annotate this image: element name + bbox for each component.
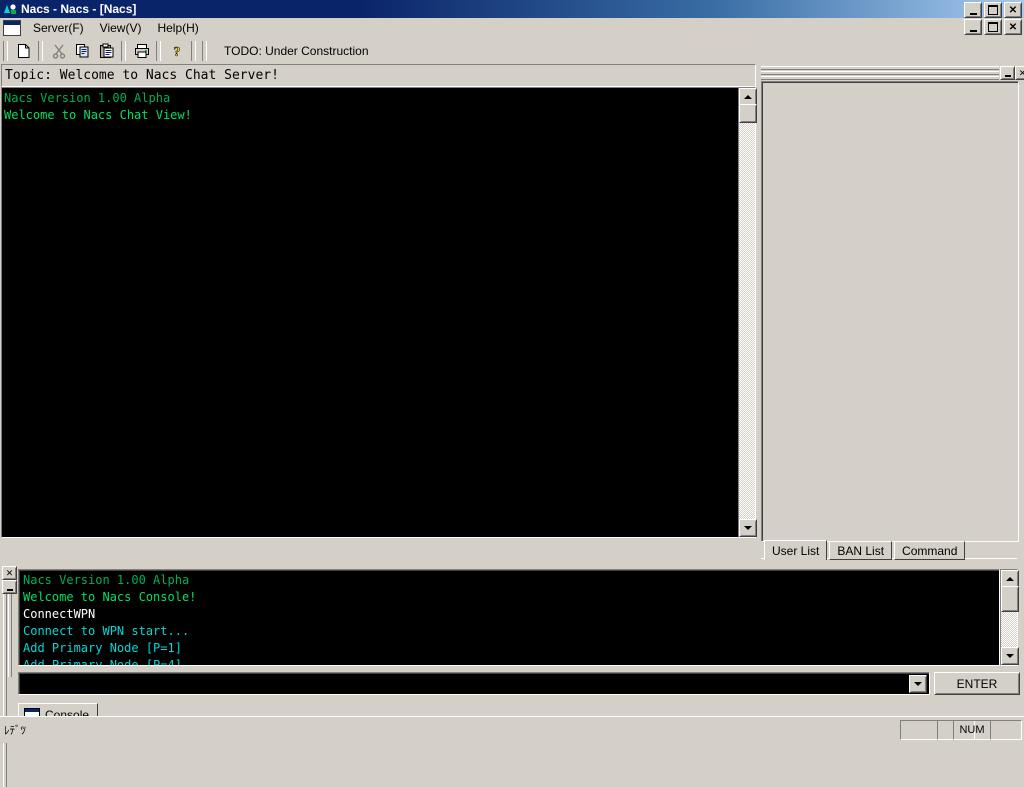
scroll-down-button[interactable] bbox=[739, 519, 757, 537]
user-pane-close-button[interactable]: ✕ bbox=[1015, 66, 1024, 80]
copy-icon[interactable] bbox=[71, 40, 94, 62]
tab-command[interactable]: Command bbox=[894, 541, 965, 560]
tab-ban-list[interactable]: BAN List bbox=[829, 541, 892, 560]
mdi-restore-button[interactable] bbox=[984, 19, 1002, 35]
mdi-minimize-button[interactable] bbox=[964, 19, 982, 35]
chat-lines: Nacs Version 1.00 Alpha Welcome to Nacs … bbox=[2, 88, 738, 537]
tab-user-list[interactable]: User List bbox=[764, 540, 827, 560]
menu-bar: Server(F) View(V) Help(H) ✕ bbox=[0, 18, 1024, 37]
console-line: Welcome to Nacs Console! bbox=[23, 589, 196, 606]
console-close-button[interactable]: ✕ bbox=[2, 566, 17, 580]
status-message: ﾚﾃﾞﾂ bbox=[4, 722, 26, 738]
console-line: Add Primary Node [P=4] bbox=[23, 657, 196, 666]
chat-window: Topic: Welcome to Nacs Chat Server! Nacs… bbox=[0, 63, 756, 560]
window-title: Nacs - Nacs - [Nacs] bbox=[21, 2, 136, 16]
mdi-child-controls: ✕ bbox=[964, 19, 1022, 35]
mdi-document-icon[interactable] bbox=[3, 20, 21, 36]
toolbar-separator bbox=[38, 41, 43, 61]
status-pane-4 bbox=[990, 720, 1022, 740]
toolbar-separator bbox=[3, 41, 8, 61]
chevron-up-icon bbox=[744, 95, 752, 99]
console-scroll-down-button[interactable] bbox=[1001, 647, 1019, 665]
toolbar-status-text: TODO: Under Construction bbox=[224, 44, 369, 58]
close-button[interactable]: ✕ bbox=[1004, 2, 1022, 18]
console-line: Connect to WPN start... bbox=[23, 623, 196, 640]
pane-gripper[interactable] bbox=[761, 66, 999, 77]
application-window: Nacs - Nacs - [Nacs] ✕ Server(F) View(V)… bbox=[0, 0, 1024, 742]
user-list-pane: ✕ User List BAN List Command bbox=[758, 63, 1024, 560]
menu-item-help[interactable]: Help(H) bbox=[149, 19, 206, 37]
chevron-down-icon bbox=[1006, 654, 1014, 658]
menu-item-view[interactable]: View(V) bbox=[92, 19, 150, 37]
topic-bar: Topic: Welcome to Nacs Chat Server! bbox=[1, 64, 756, 87]
toolbar-separator bbox=[191, 41, 196, 61]
menu-item-server[interactable]: Server(F) bbox=[25, 19, 92, 37]
chevron-up-icon bbox=[1006, 577, 1014, 581]
chat-scrollbar[interactable] bbox=[738, 87, 756, 538]
console-scroll-thumb[interactable] bbox=[1001, 586, 1019, 612]
console-line: Nacs Version 1.00 Alpha bbox=[23, 572, 196, 589]
status-pane-num: NUM bbox=[953, 720, 991, 740]
chat-line: Nacs Version 1.00 Alpha bbox=[4, 90, 738, 107]
title-bar: Nacs - Nacs - [Nacs] ✕ bbox=[0, 0, 1024, 18]
chat-scroll-thumb[interactable] bbox=[739, 104, 757, 123]
window-controls: ✕ bbox=[964, 2, 1022, 18]
chevron-down-glyph bbox=[914, 682, 922, 686]
nacs-app-icon bbox=[2, 2, 18, 16]
topic-text: Topic: Welcome to Nacs Chat Server! bbox=[5, 68, 279, 83]
mdi-close-button[interactable]: ✕ bbox=[1004, 19, 1022, 35]
toolbar: ? TODO: Under Construction bbox=[0, 38, 1024, 63]
toolbar-separator bbox=[156, 41, 161, 61]
console-line: Add Primary Node [P=1] bbox=[23, 640, 196, 657]
console-input-row: ENTER bbox=[18, 672, 1018, 695]
user-pane-minimize-button[interactable] bbox=[1000, 66, 1015, 80]
paste-icon[interactable] bbox=[95, 40, 118, 62]
user-list[interactable] bbox=[761, 81, 1019, 542]
user-pane-tabs: User List BAN List Command bbox=[764, 541, 967, 560]
client-area: Topic: Welcome to Nacs Chat Server! Nacs… bbox=[0, 63, 1024, 716]
maximize-button[interactable] bbox=[984, 2, 1002, 18]
minimize-button[interactable] bbox=[964, 2, 982, 18]
chevron-down-icon bbox=[744, 526, 752, 530]
console-scrollbar[interactable] bbox=[1000, 569, 1018, 666]
status-bar: ﾚﾃﾞﾂ NUM bbox=[0, 716, 1024, 743]
chevron-down-icon[interactable] bbox=[909, 675, 927, 693]
svg-text:?: ? bbox=[173, 45, 180, 59]
toolbar-separator bbox=[121, 41, 126, 61]
status-pane-1 bbox=[900, 720, 938, 740]
print-icon[interactable] bbox=[130, 40, 153, 62]
cut-icon[interactable] bbox=[47, 40, 70, 62]
console-input[interactable] bbox=[18, 672, 930, 695]
console-lines: Nacs Version 1.00 Alpha Welcome to Nacs … bbox=[19, 570, 196, 666]
chat-view[interactable]: Nacs Version 1.00 Alpha Welcome to Nacs … bbox=[1, 87, 739, 538]
new-file-icon[interactable] bbox=[12, 40, 35, 62]
chat-line: Welcome to Nacs Chat View! bbox=[4, 107, 738, 124]
toolbar-separator bbox=[202, 41, 207, 61]
console-line: ConnectWPN bbox=[23, 606, 196, 623]
console-minimize-button[interactable] bbox=[2, 580, 17, 594]
console-output[interactable]: Nacs Version 1.00 Alpha Welcome to Nacs … bbox=[18, 569, 1000, 666]
help-icon[interactable]: ? bbox=[165, 40, 188, 62]
console-enter-button[interactable]: ENTER bbox=[934, 672, 1020, 695]
